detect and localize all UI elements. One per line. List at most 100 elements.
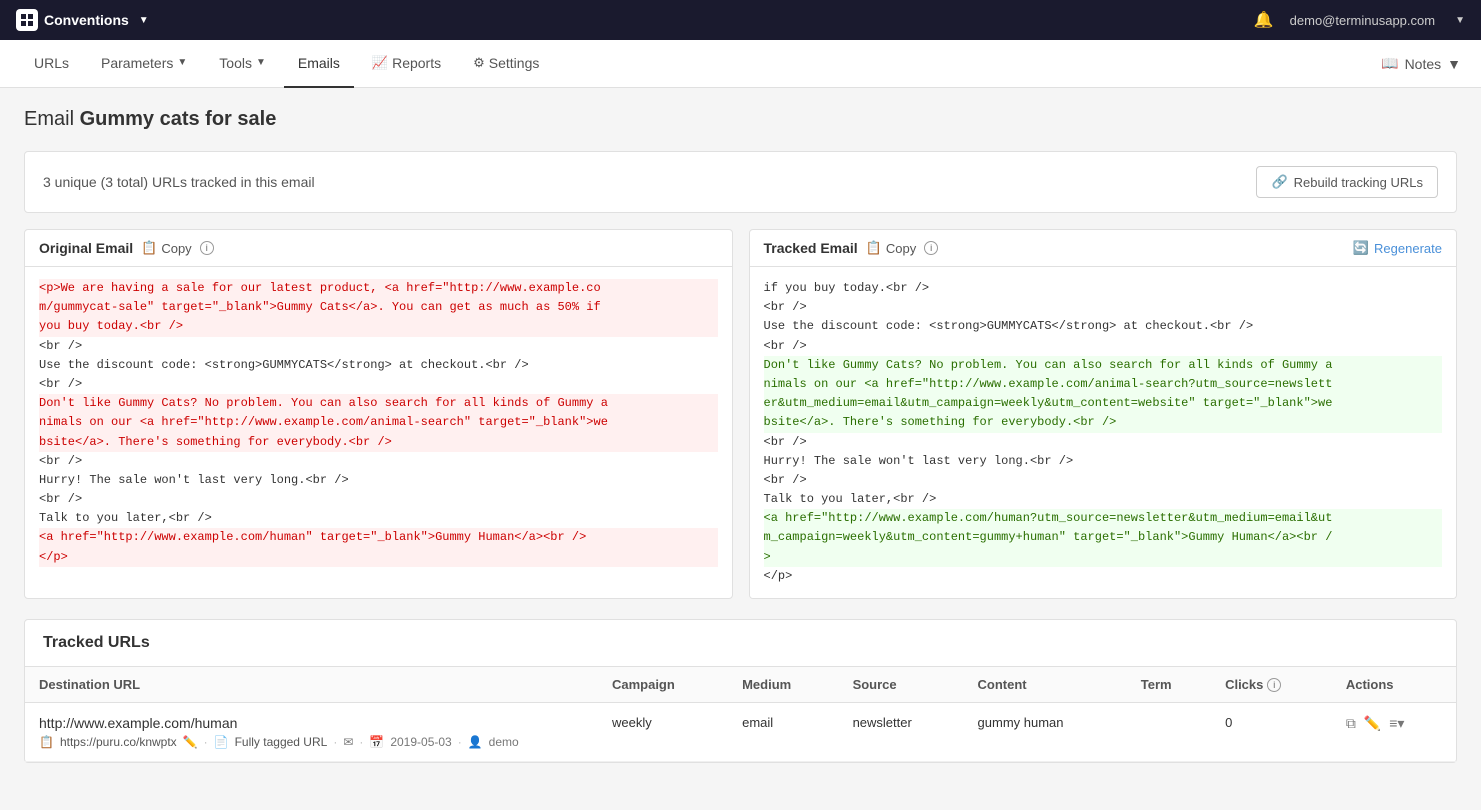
tracked-copy-label: Copy <box>886 241 916 256</box>
original-copy-icon: 📋 <box>141 240 157 256</box>
destination-url: http://www.example.com/human <box>39 715 584 731</box>
original-email-info-icon[interactable]: i <box>200 241 214 255</box>
notes-book-icon: 📖 <box>1381 55 1398 72</box>
clicks-header: Clicks i <box>1225 677 1318 692</box>
calendar-icon: 📅 <box>369 735 384 749</box>
user-dropdown-arrow[interactable]: ▼ <box>1455 15 1465 26</box>
edit-short-url-icon[interactable]: ✏️ <box>183 735 198 749</box>
title-bold: Gummy cats for sale <box>80 108 277 130</box>
app-name: Conventions <box>44 12 129 28</box>
tracked-line-2: <br /> <box>764 298 1443 317</box>
tracked-email-copy-button[interactable]: 📋 Copy <box>866 240 917 256</box>
main-nav-left: URLs Parameters ▼ Tools ▼ Emails 📈 Repor… <box>20 40 553 88</box>
app-logo[interactable]: Conventions ▼ <box>16 9 149 31</box>
actions-cell: ⧉ ✏️ ≡▾ <box>1332 703 1456 762</box>
notes-label: Notes <box>1405 56 1442 72</box>
clicks-info-icon[interactable]: i <box>1267 678 1281 692</box>
info-text: 3 unique (3 total) URLs tracked in this … <box>43 174 315 190</box>
nav-reports-label: Reports <box>392 55 441 71</box>
tracked-urls-section: Tracked URLs Destination URL Campaign Me… <box>24 619 1457 763</box>
nav-item-parameters[interactable]: Parameters ▼ <box>87 40 201 88</box>
col-clicks: Clicks i <box>1211 667 1332 703</box>
page-title: Email Gummy cats for sale <box>24 108 1457 131</box>
tracked-copy-icon: 📋 <box>866 240 882 256</box>
fully-tagged-url-label[interactable]: Fully tagged URL <box>235 735 328 749</box>
nav-tools-label: Tools <box>219 55 252 71</box>
nav-item-settings[interactable]: ⚙ Settings <box>459 40 553 88</box>
logo-icon <box>16 9 38 31</box>
rebuild-link-icon: 🔗 <box>1271 174 1287 190</box>
original-line-7: Hurry! The sale won't last very long.<br… <box>39 471 718 490</box>
tracked-email-title: Tracked Email <box>764 240 858 256</box>
nav-item-tools[interactable]: Tools ▼ <box>205 40 280 88</box>
rebuild-tracking-urls-button[interactable]: 🔗 Rebuild tracking URLs <box>1256 166 1438 198</box>
regenerate-button[interactable]: 🔄 Regenerate <box>1353 240 1442 256</box>
original-line-9: Talk to you later,<br /> <box>39 509 718 528</box>
parameters-dropdown-icon: ▼ <box>177 57 187 68</box>
medium-cell: email <box>728 703 838 762</box>
original-email-title: Original Email <box>39 240 133 256</box>
original-email-panel: Original Email 📋 Copy i <p>We are having… <box>24 229 733 599</box>
copy-url-icon[interactable]: ⧉ <box>1346 715 1356 732</box>
source-cell: newsletter <box>839 703 964 762</box>
main-nav: URLs Parameters ▼ Tools ▼ Emails 📈 Repor… <box>0 40 1481 88</box>
regenerate-icon: 🔄 <box>1353 240 1369 256</box>
user-email[interactable]: demo@terminusapp.com <box>1290 13 1435 28</box>
more-actions-icon[interactable]: ≡▾ <box>1389 715 1404 732</box>
nav-parameters-label: Parameters <box>101 55 173 71</box>
top-bar: Conventions ▼ 🔔 demo@terminusapp.com ▼ <box>0 0 1481 40</box>
nav-item-emails[interactable]: Emails <box>284 40 354 88</box>
original-line-10: <a href="http://www.example.com/human" t… <box>39 528 718 566</box>
user-value: demo <box>489 735 519 749</box>
tracked-line-3: Use the discount code: <strong>GUMMYCATS… <box>764 317 1443 336</box>
nav-item-urls[interactable]: URLs <box>20 40 83 88</box>
tracked-email-panel: Tracked Email 📋 Copy i 🔄 Regenerate if y… <box>749 229 1458 599</box>
main-nav-right: 📖 Notes ▼ <box>1381 55 1461 72</box>
date-value: 2019-05-03 <box>390 735 451 749</box>
tracked-line-7: Hurry! The sale won't last very long.<br… <box>764 452 1443 471</box>
app-dropdown-arrow[interactable]: ▼ <box>139 15 149 26</box>
notes-dropdown-icon: ▼ <box>1447 56 1461 72</box>
table-row: http://www.example.com/human 📋 https://p… <box>25 703 1456 762</box>
campaign-cell: weekly <box>598 703 728 762</box>
separator-3: · <box>359 735 363 749</box>
original-email-code: <p>We are having a sale for our latest p… <box>25 267 732 579</box>
title-prefix: Email <box>24 108 80 130</box>
col-campaign: Campaign <box>598 667 728 703</box>
separator-4: · <box>458 735 462 749</box>
top-bar-left: Conventions ▼ <box>16 9 149 31</box>
clicks-label: Clicks <box>1225 677 1263 692</box>
original-line-4: <br /> <box>39 375 718 394</box>
actions-container: ⧉ ✏️ ≡▾ <box>1346 715 1442 732</box>
col-medium: Medium <box>728 667 838 703</box>
page-content: Email Gummy cats for sale 3 unique (3 to… <box>0 88 1481 810</box>
user-icon: 👤 <box>468 735 483 749</box>
nav-notes[interactable]: 📖 Notes ▼ <box>1381 55 1461 72</box>
tracked-email-code: if you buy today.<br /> <br /> Use the d… <box>750 267 1457 598</box>
original-email-header: Original Email 📋 Copy i <box>25 230 732 267</box>
settings-gear-icon: ⚙ <box>473 55 485 71</box>
col-source: Source <box>839 667 964 703</box>
tracked-email-header-left: Tracked Email 📋 Copy i <box>764 240 939 256</box>
separator-1: · <box>204 735 208 749</box>
clicks-cell: 0 <box>1211 703 1332 762</box>
col-term: Term <box>1127 667 1211 703</box>
original-line-8: <br /> <box>39 490 718 509</box>
bell-icon[interactable]: 🔔 <box>1254 10 1274 30</box>
original-email-copy-button[interactable]: 📋 Copy <box>141 240 192 256</box>
nav-item-reports[interactable]: 📈 Reports <box>358 40 455 88</box>
top-bar-right: 🔔 demo@terminusapp.com ▼ <box>1254 10 1465 30</box>
edit-url-icon[interactable]: ✏️ <box>1364 715 1381 732</box>
tracked-email-info-icon[interactable]: i <box>924 241 938 255</box>
table-header-row: Destination URL Campaign Medium Source C… <box>25 667 1456 703</box>
short-url[interactable]: https://puru.co/knwptx <box>60 735 177 749</box>
col-actions: Actions <box>1332 667 1456 703</box>
original-line-2: <br /> <box>39 337 718 356</box>
col-content: Content <box>964 667 1127 703</box>
tracked-line-4: <br /> <box>764 337 1443 356</box>
tracked-line-1: if you buy today.<br /> <box>764 279 1443 298</box>
separator-2: · <box>333 735 337 749</box>
tools-dropdown-icon: ▼ <box>256 57 266 68</box>
tracked-line-5: Don't like Gummy Cats? No problem. You c… <box>764 356 1443 433</box>
tracked-urls-table: Destination URL Campaign Medium Source C… <box>25 667 1456 762</box>
